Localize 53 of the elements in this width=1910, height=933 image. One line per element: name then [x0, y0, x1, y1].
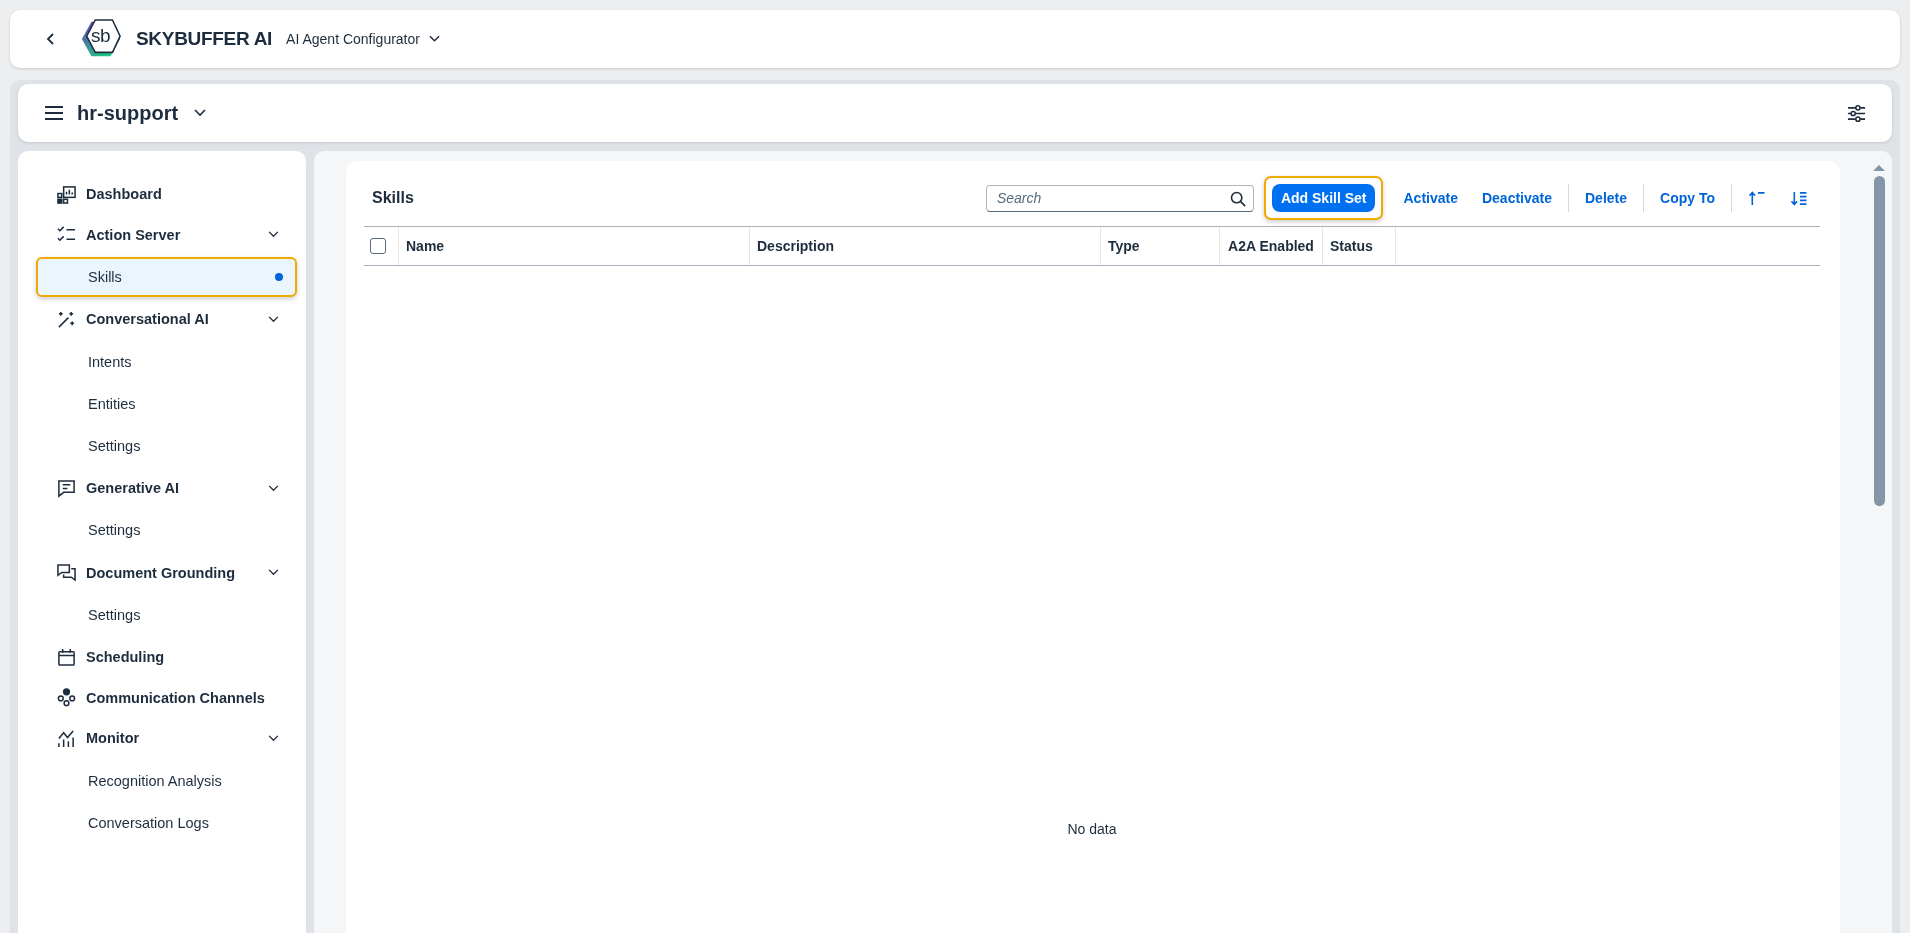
- chevron-down-icon: [428, 35, 440, 43]
- nav-item[interactable]: Scheduling: [36, 636, 306, 678]
- network-icon: [57, 688, 76, 708]
- brand-name: SKYBUFFER AI: [136, 28, 273, 50]
- nav-item[interactable]: Conversational AI: [36, 299, 306, 340]
- nav-item[interactable]: Monitor: [36, 718, 306, 759]
- chevron-icon[interactable]: [268, 316, 279, 323]
- chevron-icon[interactable]: [268, 231, 279, 239]
- dashboard-icon: [57, 184, 76, 204]
- column-header[interactable]: Description: [757, 238, 834, 254]
- toolbar-button[interactable]: Activate: [1391, 182, 1470, 214]
- settings-icon[interactable]: [1847, 103, 1866, 123]
- nav-subitem[interactable]: Settings: [36, 510, 297, 551]
- nav-subitem[interactable]: Skills: [36, 257, 297, 298]
- add-skill-set-button[interactable]: Add Skill Set: [1263, 176, 1384, 220]
- column-header[interactable]: Type: [1108, 238, 1140, 254]
- column-header[interactable]: A2A Enabled: [1228, 238, 1314, 254]
- nav-subitem[interactable]: Intents: [36, 341, 297, 382]
- toolbar-button[interactable]: Copy To: [1648, 182, 1727, 214]
- nav-subitem[interactable]: Settings: [36, 425, 297, 466]
- search-icon[interactable]: [1229, 190, 1246, 207]
- chevron-icon[interactable]: [268, 484, 279, 492]
- magic-wand-icon: [57, 310, 76, 329]
- nav-item[interactable]: Action Server: [36, 214, 306, 256]
- nav-item[interactable]: Generative AI: [36, 467, 306, 509]
- select-all-checkbox[interactable]: [370, 238, 386, 254]
- card-title: Skills: [372, 189, 415, 207]
- app-switcher[interactable]: AI Agent Configurator: [286, 31, 440, 47]
- chart-icon: [57, 728, 76, 748]
- nav-subitem[interactable]: Settings: [36, 594, 297, 635]
- nav-subitem[interactable]: Entities: [36, 383, 297, 424]
- nav-subitem[interactable]: Conversation Logs: [36, 802, 297, 843]
- column-header[interactable]: Name: [406, 238, 445, 254]
- workspace-selector[interactable]: hr-support: [77, 101, 207, 125]
- empty-message: No data: [1067, 821, 1117, 839]
- sort-descending-icon[interactable]: [1790, 190, 1808, 206]
- nav-item[interactable]: Dashboard: [36, 174, 306, 215]
- nav-item[interactable]: Document Grounding: [36, 552, 306, 593]
- back-icon[interactable]: [46, 31, 56, 47]
- toolbar-button[interactable]: Delete: [1573, 182, 1640, 214]
- menu-icon[interactable]: [45, 106, 63, 120]
- chevron-icon[interactable]: [268, 569, 279, 577]
- column-header[interactable]: Status: [1330, 238, 1373, 254]
- nav-item[interactable]: Communication Channels: [36, 677, 306, 719]
- chat-bubbles-icon: [57, 563, 76, 583]
- search-field[interactable]: Search: [985, 184, 1254, 212]
- chat-icon: [57, 478, 76, 498]
- calendar-icon: [57, 647, 76, 667]
- chevron-down-icon: [194, 109, 207, 117]
- nav-subitem[interactable]: Recognition Analysis: [36, 760, 297, 801]
- sort-ascending-icon[interactable]: [1748, 190, 1766, 206]
- toolbar-button[interactable]: Deactivate: [1469, 182, 1564, 214]
- chevron-icon[interactable]: [268, 734, 279, 742]
